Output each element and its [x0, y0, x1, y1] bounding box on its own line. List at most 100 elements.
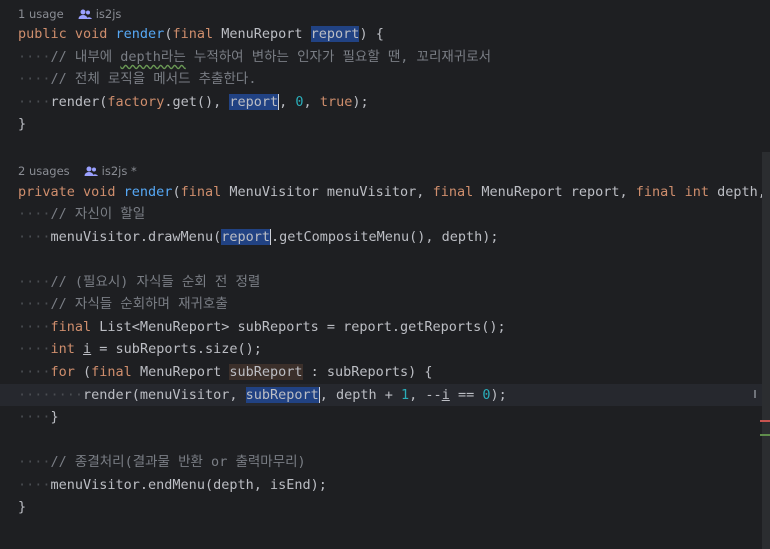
token: render(	[50, 94, 108, 110]
indent-guide: ····	[18, 229, 51, 245]
indent-guide: ····	[18, 319, 51, 335]
token: true	[319, 94, 353, 110]
author-label: is2js	[95, 7, 122, 21]
code-line-10[interactable]: ····// 자식들 순회하며 재귀호출	[18, 293, 228, 315]
token: i	[441, 387, 450, 403]
usages-count[interactable]: 2 usages	[18, 164, 70, 178]
code-line-14[interactable]: ········render(menuVisitor, subReport, d…	[0, 384, 770, 406]
token: factory	[107, 94, 165, 110]
code-line-17[interactable]: ····menuVisitor.endMenu(depth, isEnd);	[18, 474, 327, 496]
usages-hint[interactable]: 1 usage is2js	[18, 5, 121, 23]
token: final	[172, 26, 222, 42]
token: final	[91, 364, 140, 380]
comment: // (필요시) 자식들 순회 전 정렬	[50, 274, 261, 290]
highlighted-token: subReport	[229, 364, 303, 380]
token: }	[50, 409, 59, 425]
token: );	[490, 387, 507, 403]
token: MenuReport	[221, 26, 311, 42]
token: i	[83, 341, 92, 357]
token: (	[83, 364, 92, 380]
token: = subReports.size();	[91, 341, 262, 357]
token: }	[18, 499, 27, 515]
code-line-2[interactable]: ····// 내부에 depth라는 누적하여 변하는 인자가 필요할 땐, 꼬…	[18, 46, 491, 68]
token: void	[83, 184, 124, 200]
comment: 누적하여 변하는 인자가 필요할 땐, 꼬리재귀로서	[185, 49, 492, 65]
indent-guide: ········	[18, 387, 84, 403]
change-stripe-marker[interactable]	[760, 434, 770, 436]
token: final	[180, 184, 230, 200]
code-line-18[interactable]: }	[18, 496, 26, 518]
code-line-4[interactable]: ····render(factory.get(), report, 0, tru…	[18, 91, 369, 113]
vertical-scrollbar[interactable]	[762, 152, 770, 549]
code-line-11[interactable]: ····final List<MenuReport> subReports = …	[18, 316, 506, 338]
gutter-marker	[754, 390, 756, 398]
token: ) {	[359, 26, 384, 42]
token: ,	[279, 94, 296, 110]
code-line-3[interactable]: ····// 전체 로직을 메서드 추출한다.	[18, 68, 256, 90]
indent-guide: ····	[18, 71, 51, 87]
token: List<MenuReport> subReports = report.get…	[99, 319, 506, 335]
token: }	[18, 116, 27, 132]
indent-guide: ····	[18, 477, 51, 493]
code-line-9[interactable]: ····// (필요시) 자식들 순회 전 정렬	[18, 271, 260, 293]
token: ,	[303, 94, 320, 110]
comment: // 종결처리(결과물 반환 or 출력마무리)	[50, 454, 306, 470]
token: ==	[449, 387, 483, 403]
code-line-7[interactable]: ····// 자신이 할일	[18, 203, 145, 225]
token: );	[352, 94, 369, 110]
code-line-5[interactable]: }	[18, 113, 26, 135]
token: final	[635, 184, 685, 200]
usages-hint[interactable]: 2 usages is2js *	[18, 162, 137, 180]
indent-guide: ····	[18, 94, 51, 110]
code-editor[interactable]: 1 usage is2js public void render(final M…	[0, 0, 770, 549]
comment: // 내부에	[50, 49, 121, 65]
error-stripe-marker[interactable]	[760, 420, 770, 422]
token: 1	[401, 387, 410, 403]
code-line-1[interactable]: public void render(final MenuReport repo…	[18, 23, 384, 45]
token: : subReports) {	[302, 364, 433, 380]
indent-guide: ····	[18, 206, 51, 222]
indent-guide: ····	[18, 409, 51, 425]
token: final	[432, 184, 482, 200]
indent-guide: ····	[18, 341, 51, 357]
comment: // 자신이 할일	[50, 206, 146, 222]
token: .get(),	[164, 94, 230, 110]
token: void	[74, 26, 116, 42]
code-line-6[interactable]: private void render(final MenuVisitor me…	[18, 181, 770, 203]
highlighted-token: subReport	[245, 387, 319, 403]
code-line-13[interactable]: ····for (final MenuReport subReport : su…	[18, 361, 433, 383]
token: int	[50, 341, 84, 357]
token: MenuVisitor menuVisitor,	[229, 184, 433, 200]
token: private	[18, 184, 84, 200]
highlighted-token: report	[310, 26, 360, 42]
indent-guide: ····	[18, 454, 51, 470]
indent-guide: ····	[18, 296, 51, 312]
token: public	[18, 26, 75, 42]
code-line-16[interactable]: ····// 종결처리(결과물 반환 or 출력마무리)	[18, 451, 306, 473]
token: MenuReport report,	[481, 184, 636, 200]
token: .getCompositeMenu(), depth);	[270, 229, 499, 245]
token: , --	[409, 387, 442, 403]
indent-guide: ····	[18, 364, 51, 380]
token: render(menuVisitor,	[83, 387, 246, 403]
token: int	[684, 184, 718, 200]
comment: // 자식들 순회하며 재귀호출	[50, 296, 228, 312]
usages-count[interactable]: 1 usage	[18, 7, 64, 21]
token: for	[50, 364, 84, 380]
token: (	[172, 184, 181, 200]
comment: // 전체 로직을 메서드 추출한다.	[50, 71, 257, 87]
highlighted-token: report	[221, 229, 270, 245]
code-line-8[interactable]: ····menuVisitor.drawMenu(report.getCompo…	[18, 226, 499, 248]
token: , depth +	[319, 387, 402, 403]
token: 0	[295, 94, 304, 110]
indent-guide: ····	[18, 274, 51, 290]
token: menuVisitor.endMenu(depth, isEnd);	[50, 477, 327, 493]
people-icon	[84, 166, 98, 176]
code-line-15[interactable]: ····}	[18, 406, 59, 428]
code-line-12[interactable]: ····int i = subReports.size();	[18, 338, 262, 360]
people-icon	[78, 9, 92, 19]
highlighted-token: report	[229, 94, 279, 110]
token: menuVisitor.drawMenu(	[50, 229, 222, 245]
indent-guide: ····	[18, 49, 51, 65]
token: final	[50, 319, 100, 335]
